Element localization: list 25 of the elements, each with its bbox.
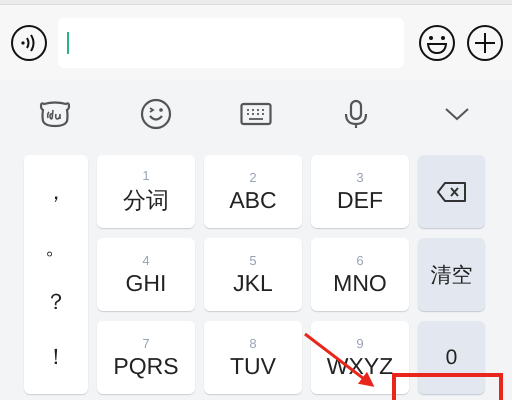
punctuation-key[interactable]: ？: [37, 286, 75, 317]
keyboard-key[interactable]: 2 ABC: [204, 155, 302, 228]
wink-icon[interactable]: [140, 98, 172, 130]
punctuation-key[interactable]: ！: [37, 342, 75, 372]
plus-icon[interactable]: [466, 24, 504, 62]
punctuation-key[interactable]: ，: [37, 177, 75, 208]
bear-icon[interactable]: [39, 100, 72, 128]
keyboard-key[interactable]: 0: [418, 321, 485, 394]
backspace-icon: [436, 180, 468, 204]
chevron-down-icon[interactable]: [444, 107, 470, 121]
microphone-icon[interactable]: [343, 99, 370, 129]
keyboard-key[interactable]: 8 TUV: [204, 321, 302, 394]
backspace-key[interactable]: [418, 155, 485, 228]
keyboard-key[interactable]: 1 分词: [97, 155, 195, 228]
keyboard-key[interactable]: 4 GHI: [97, 238, 195, 311]
voice-icon[interactable]: [10, 24, 48, 62]
keyboard-icon[interactable]: [240, 102, 272, 126]
smiley-icon[interactable]: [418, 24, 456, 62]
message-input-field[interactable]: [58, 18, 404, 68]
keyboard-key[interactable]: 7 PQRS: [97, 321, 195, 394]
punctuation-key[interactable]: 。: [37, 232, 75, 262]
keyboard-key[interactable]: 清空: [418, 238, 485, 311]
keyboard-key[interactable]: 6 MNO: [311, 238, 409, 311]
keyboard-key[interactable]: 3 DEF: [311, 155, 409, 228]
keyboard-key[interactable]: 5 JKL: [204, 238, 302, 311]
